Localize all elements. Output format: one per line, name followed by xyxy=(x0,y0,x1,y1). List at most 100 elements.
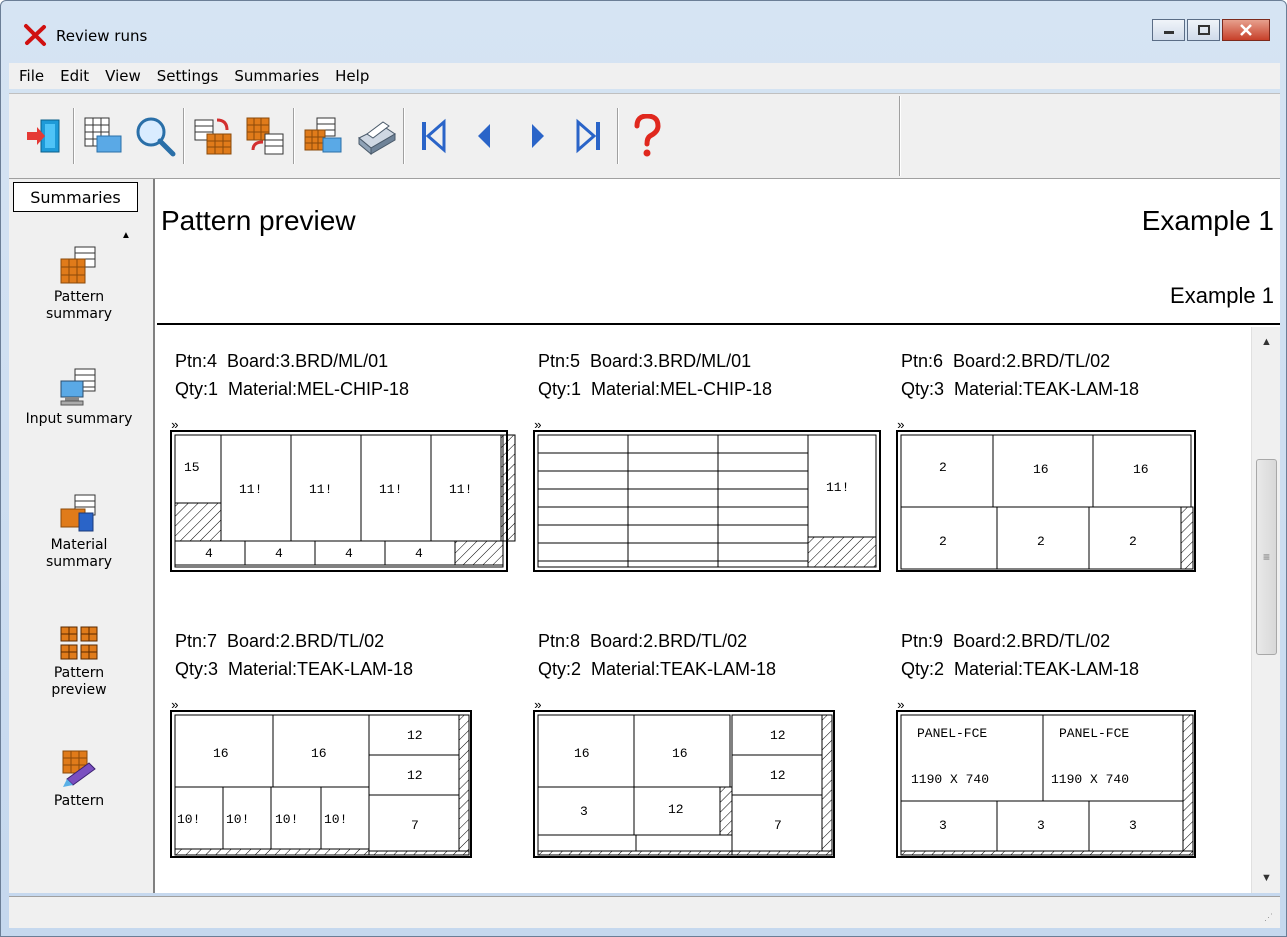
zoom-button[interactable] xyxy=(129,108,181,164)
toolbar-separator xyxy=(403,108,405,164)
close-button[interactable] xyxy=(1222,19,1270,41)
minimize-button[interactable] xyxy=(1152,19,1185,41)
vertical-scrollbar[interactable]: ▲ ≡ ▼ xyxy=(1251,327,1280,893)
cut-part-label: 3 xyxy=(580,804,588,819)
resize-grip-icon[interactable]: ⋰ xyxy=(1264,912,1276,924)
cut-part-label: 16 xyxy=(213,746,229,761)
scroll-up-icon[interactable]: ▲ xyxy=(1252,331,1281,353)
cut-part-label: 16 xyxy=(1133,462,1149,477)
report-header: Pattern preview Example 1 Example 1 xyxy=(157,179,1280,325)
magnifier-icon xyxy=(136,117,176,157)
cutting-layout-diagram: » 2 16 16 2 2 2 xyxy=(896,418,1196,572)
pattern-card[interactable]: Ptn:6 Board:2.BRD/TL/02 Qty:3 Material:T… xyxy=(891,327,1231,577)
pattern-undo-icon xyxy=(246,117,284,155)
cut-part-label: 7 xyxy=(411,818,419,833)
close-icon xyxy=(1240,24,1252,36)
sidebar-item-label: summary xyxy=(45,306,113,322)
printer-icon xyxy=(358,121,396,156)
next-page-button[interactable] xyxy=(511,108,563,164)
pattern-board-line: Ptn:5 Board:3.BRD/ML/01 xyxy=(538,351,752,371)
sidebar-item-pattern-summary[interactable]: Pattern summary xyxy=(9,245,149,323)
sidebar-item-material-summary[interactable]: Material summary xyxy=(9,493,149,571)
menu-file[interactable]: File xyxy=(11,67,52,85)
cut-part-label: 11! xyxy=(309,482,332,497)
cutting-layout-diagram: » 11! xyxy=(533,418,881,572)
cut-part-label: 12 xyxy=(668,802,684,817)
window-controls xyxy=(1152,19,1270,41)
menu-settings[interactable]: Settings xyxy=(149,67,227,85)
pattern-board-line: Ptn:7 Board:2.BRD/TL/02 xyxy=(175,631,385,651)
cut-part-label: 11! xyxy=(379,482,402,497)
table-view-icon xyxy=(84,117,122,153)
sidebar-item-label: preview xyxy=(51,682,107,698)
sidebar-item-pattern-preview[interactable]: Pattern preview xyxy=(9,625,149,699)
cut-part-label: 16 xyxy=(311,746,327,761)
pattern-board-line: Ptn:9 Board:2.BRD/TL/02 xyxy=(901,631,1111,651)
pattern-material-line: Qty:2 Material:TEAK-LAM-18 xyxy=(901,659,1140,679)
pattern-swap-button[interactable] xyxy=(187,108,239,164)
toolbar-separator xyxy=(899,96,901,176)
pattern-board-line: Ptn:6 Board:2.BRD/TL/02 xyxy=(901,351,1111,371)
pattern-card[interactable]: Ptn:7 Board:2.BRD/TL/02 Qty:3 Material:T… xyxy=(165,607,505,858)
cut-part-label: 12 xyxy=(770,728,786,743)
maximize-icon xyxy=(1197,25,1210,35)
cut-part-label: 1190 X 740 xyxy=(911,772,989,787)
previous-page-button[interactable] xyxy=(459,108,511,164)
pattern-card[interactable]: Ptn:9 Board:2.BRD/TL/02 Qty:2 Material:T… xyxy=(891,607,1231,858)
pattern-board-line: Ptn:4 Board:3.BRD/ML/01 xyxy=(175,351,389,371)
title-bar[interactable]: Review runs xyxy=(1,1,1286,61)
cut-part-label: 3 xyxy=(939,818,947,833)
cut-part-label: 15 xyxy=(184,460,200,475)
pattern-summary-icon xyxy=(60,246,96,284)
cut-part-label: 4 xyxy=(275,546,283,561)
sidebar-scroll-up-icon[interactable]: ▲ xyxy=(115,225,137,245)
toolbar-separator xyxy=(617,108,619,164)
table-view-button[interactable] xyxy=(77,108,129,164)
sidebar-item-input-summary[interactable]: Input summary xyxy=(9,367,149,428)
menu-view[interactable]: View xyxy=(97,67,149,85)
menu-summaries[interactable]: Summaries xyxy=(226,67,327,85)
menu-help[interactable]: Help xyxy=(327,67,377,85)
pattern-card[interactable]: Ptn:8 Board:2.BRD/TL/02 Qty:2 Material:T… xyxy=(528,607,868,858)
toolbar-separator xyxy=(73,108,75,164)
cut-part-label: 16 xyxy=(672,746,688,761)
last-page-button[interactable] xyxy=(563,108,615,164)
menu-bar: File Edit View Settings Summaries Help xyxy=(9,63,1280,89)
exit-button[interactable] xyxy=(19,108,71,164)
app-logo-icon xyxy=(24,24,46,46)
scroll-down-icon[interactable]: ▼ xyxy=(1252,867,1281,889)
help-button[interactable] xyxy=(621,108,673,164)
cut-part-label: 1190 X 740 xyxy=(1051,772,1129,787)
sidebar-item-label: summary xyxy=(45,554,113,570)
pattern-card[interactable]: Ptn:4 Board:3.BRD/ML/01 Qty:1 Material:M… xyxy=(165,327,516,577)
cut-part-label: 2 xyxy=(939,460,947,475)
maximize-button[interactable] xyxy=(1187,19,1220,41)
report-panel: Pattern preview Example 1 Example 1 Ptn:… xyxy=(157,179,1280,893)
sidebar-item-label: Pattern xyxy=(53,665,105,681)
scroll-thumb[interactable]: ≡ xyxy=(1256,459,1277,655)
pattern-material-line: Qty:3 Material:TEAK-LAM-18 xyxy=(175,659,414,679)
cut-part-label: 2 xyxy=(1129,534,1137,549)
help-icon xyxy=(634,114,661,157)
next-page-icon xyxy=(532,124,544,148)
cut-part-label: 12 xyxy=(407,768,423,783)
summaries-tab[interactable]: Summaries xyxy=(13,182,138,212)
pattern-undo-button[interactable] xyxy=(239,108,291,164)
sidebar-item-pattern[interactable]: Pattern xyxy=(9,749,149,810)
print-preview-icon xyxy=(304,117,342,153)
cut-part-label: 16 xyxy=(574,746,590,761)
first-page-button[interactable] xyxy=(407,108,459,164)
print-preview-button[interactable] xyxy=(297,108,349,164)
print-button[interactable] xyxy=(349,108,401,164)
pattern-material-line: Qty:1 Material:MEL-CHIP-18 xyxy=(538,379,773,399)
menu-edit[interactable]: Edit xyxy=(52,67,97,85)
pattern-material-line: Qty:2 Material:TEAK-LAM-18 xyxy=(538,659,777,679)
sidebar-item-label: Pattern xyxy=(53,793,105,809)
cut-part-label: PANEL-FCE xyxy=(917,726,987,741)
pattern-material-line: Qty:3 Material:TEAK-LAM-18 xyxy=(901,379,1140,399)
pattern-material-line: Qty:1 Material:MEL-CHIP-18 xyxy=(175,379,410,399)
sidebar-item-label: Pattern xyxy=(53,289,105,305)
cut-part-label: PANEL-FCE xyxy=(1059,726,1129,741)
status-bar: ⋰ xyxy=(9,896,1280,928)
pattern-card[interactable]: Ptn:5 Board:3.BRD/ML/01 Qty:1 Material:M… xyxy=(528,327,881,577)
